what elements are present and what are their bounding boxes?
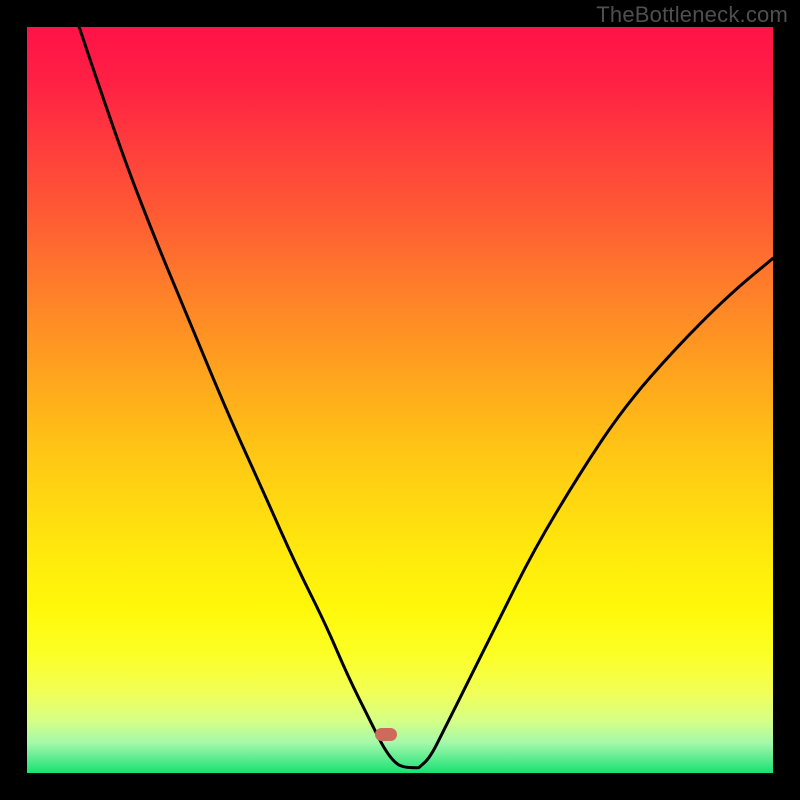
plot-area: [27, 27, 773, 773]
bottleneck-curve: [27, 27, 773, 773]
watermark-text: TheBottleneck.com: [596, 2, 788, 28]
minimum-marker: [375, 728, 397, 741]
chart-frame: TheBottleneck.com: [0, 0, 800, 800]
